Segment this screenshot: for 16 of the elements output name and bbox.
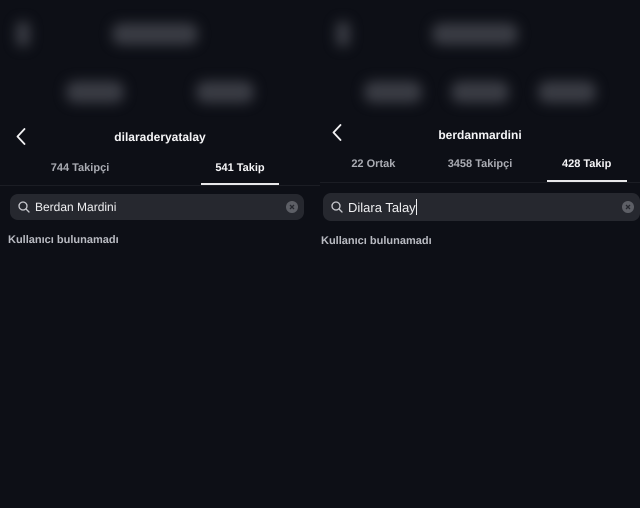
- no-results-message: Kullanıcı bulunamadı: [8, 234, 120, 246]
- username-title: dilaraderyatalay: [114, 130, 206, 144]
- search-icon: [331, 201, 343, 213]
- tab[interactable]: 744 Takipçi: [36, 154, 124, 185]
- search-field[interactable]: Berdan Mardini: [10, 194, 304, 220]
- username-title: berdanmardini: [438, 128, 522, 142]
- tab[interactable]: 3458 Takipçi: [434, 150, 526, 182]
- search-icon: [18, 201, 30, 213]
- tab[interactable]: 541 Takip: [201, 154, 279, 185]
- no-results-message: Kullanıcı bulunamadı: [321, 235, 433, 247]
- back-icon[interactable]: [332, 124, 342, 141]
- back-icon[interactable]: [16, 128, 26, 145]
- tab[interactable]: 22 Ortak: [337, 150, 410, 182]
- tab[interactable]: 428 Takip: [546, 150, 627, 182]
- text-cursor: [416, 199, 417, 215]
- search-field[interactable]: Dilara Talay: [323, 193, 640, 221]
